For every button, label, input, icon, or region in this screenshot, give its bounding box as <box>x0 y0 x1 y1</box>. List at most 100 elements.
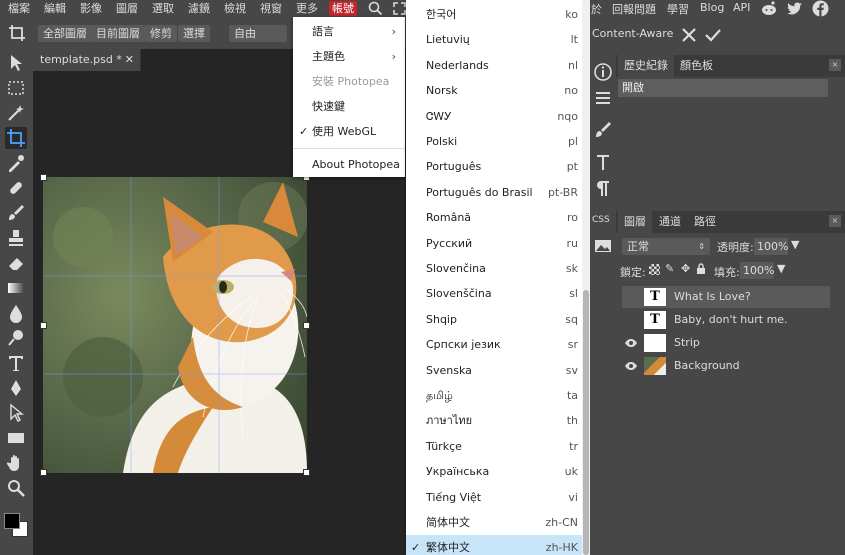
ratio-select[interactable]: 自由 <box>229 25 287 42</box>
tab-layers[interactable]: 圖層 <box>618 211 652 233</box>
all-layers-button[interactable]: 全部圖層 <box>38 25 92 42</box>
language-option[interactable]: Português pt <box>406 154 582 179</box>
menu-filter[interactable]: 濾鏡 <box>188 1 210 16</box>
menu-right-0[interactable]: 於 <box>591 1 602 17</box>
language-option[interactable]: 简体中文 zh-CN <box>406 510 582 535</box>
language-option[interactable]: Português do Brasil pt-BR <box>406 180 582 205</box>
image-icon[interactable] <box>592 235 614 257</box>
lock-move-icon[interactable]: ✥ <box>681 262 690 275</box>
language-option[interactable]: Lietuvių lt <box>406 27 582 52</box>
blog-link[interactable]: Blog <box>700 1 724 14</box>
language-menu-item[interactable]: 語言 › <box>293 19 405 44</box>
menu-window[interactable]: 視窗 <box>260 1 282 16</box>
stamp-tool-icon[interactable] <box>5 227 27 249</box>
menu-layer[interactable]: 圖層 <box>116 1 138 16</box>
trim-button[interactable]: 修剪 <box>145 25 177 42</box>
color-swatches[interactable] <box>2 511 30 539</box>
report-bug-link[interactable]: 回報問題 <box>612 1 656 17</box>
panel-close-icon[interactable]: × <box>829 215 841 227</box>
eraser-tool-icon[interactable] <box>5 252 27 274</box>
menu-more[interactable]: 更多 <box>296 1 318 16</box>
opacity-input[interactable]: 100% <box>754 238 788 255</box>
lock-transparency-icon[interactable] <box>649 264 660 275</box>
language-option[interactable]: Українська uk <box>406 459 582 484</box>
crop-handle[interactable] <box>303 322 310 329</box>
language-option[interactable]: Slovenčina sk <box>406 256 582 281</box>
theme-menu-item[interactable]: 主題色 › <box>293 44 405 69</box>
menu-view[interactable]: 檢視 <box>224 1 246 16</box>
language-option[interactable]: Nederlands nl <box>406 53 582 78</box>
hand-tool-icon[interactable] <box>5 452 27 474</box>
crop-handle[interactable] <box>303 469 310 476</box>
scrollbar-thumb[interactable] <box>583 290 589 555</box>
character-icon[interactable] <box>592 151 614 173</box>
cancel-crop-icon[interactable] <box>680 26 698 47</box>
fill-dropdown-icon[interactable]: ▼ <box>777 262 785 275</box>
visibility-toggle[interactable] <box>624 313 638 327</box>
language-option[interactable]: Polski pl <box>406 129 582 154</box>
dodge-tool-icon[interactable] <box>5 327 27 349</box>
blend-mode-select[interactable]: 正常 ⇕ <box>622 238 710 255</box>
language-option[interactable]: Türkçe tr <box>406 434 582 459</box>
tab-history[interactable]: 歷史紀錄 <box>618 55 674 77</box>
facebook-icon[interactable] <box>812 0 829 20</box>
language-option[interactable]: Slovenščina sl <box>406 281 582 306</box>
language-option[interactable]: ᏣᎳᎩ nqo <box>406 104 582 129</box>
language-option[interactable]: Română ro <box>406 205 582 230</box>
tab-paths[interactable]: 路徑 <box>688 211 722 233</box>
menu-select[interactable]: 選取 <box>152 1 174 16</box>
visibility-toggle[interactable] <box>624 290 638 304</box>
panel-close-icon[interactable]: × <box>829 59 841 71</box>
marquee-tool-icon[interactable] <box>5 77 27 99</box>
crop-handle[interactable] <box>40 469 47 476</box>
select-button[interactable]: 選擇 <box>178 25 210 42</box>
menu-account[interactable]: 帳號 <box>329 1 357 16</box>
about-photopea-menu-item[interactable]: About Photopea <box>293 152 405 177</box>
menu-file[interactable]: 檔案 <box>8 1 30 16</box>
layer-row[interactable]: T Baby, don't hurt me. <box>622 309 830 331</box>
magic-wand-tool-icon[interactable] <box>5 102 27 124</box>
paragraph-icon[interactable] <box>592 177 614 199</box>
menu-edit[interactable]: 編輯 <box>44 1 66 16</box>
tab-channels[interactable]: 通道 <box>653 211 687 233</box>
language-option[interactable]: Српски језик sr <box>406 332 582 357</box>
api-link[interactable]: API <box>733 1 750 14</box>
brush-tool-icon[interactable] <box>5 202 27 224</box>
tab-swatches[interactable]: 顏色板 <box>674 55 719 77</box>
use-webgl-menu-item[interactable]: ✓ 使用 WebGL <box>293 119 405 144</box>
learn-link[interactable]: 學習 <box>667 1 689 17</box>
language-option[interactable]: Svenska sv <box>406 358 582 383</box>
layer-row[interactable]: Strip <box>622 332 830 354</box>
language-option[interactable]: தமிழ் ta <box>406 383 582 408</box>
language-option[interactable]: ✓ 繁体中文 zh-HK <box>406 535 582 555</box>
healing-brush-tool-icon[interactable] <box>5 177 27 199</box>
move-tool-icon[interactable] <box>5 52 27 74</box>
brush-settings-icon[interactable] <box>592 119 614 141</box>
rectangle-tool-icon[interactable] <box>5 427 27 449</box>
layer-row[interactable]: T What Is Love? <box>622 286 830 308</box>
type-tool-icon[interactable] <box>5 352 27 374</box>
opacity-dropdown-icon[interactable]: ▼ <box>791 238 799 251</box>
pen-tool-icon[interactable] <box>5 377 27 399</box>
gradient-tool-icon[interactable] <box>5 277 27 299</box>
layer-row[interactable]: Background <box>622 355 830 377</box>
fill-input[interactable]: 100% <box>740 262 774 279</box>
eye-icon[interactable] <box>624 336 638 350</box>
language-option[interactable]: ภาษาไทย th <box>406 408 582 433</box>
menu-image[interactable]: 影像 <box>80 1 102 16</box>
language-option[interactable]: Tiếng Việt vi <box>406 485 582 510</box>
twitter-icon[interactable] <box>786 0 804 20</box>
language-option[interactable]: Русский ru <box>406 231 582 256</box>
adjustments-icon[interactable] <box>592 87 614 109</box>
crop-tool-icon[interactable] <box>5 127 27 149</box>
canvas-image[interactable] <box>43 177 307 473</box>
path-select-tool-icon[interactable] <box>5 402 27 424</box>
confirm-crop-icon[interactable] <box>704 26 722 47</box>
eyedropper-tool-icon[interactable] <box>5 152 27 174</box>
current-layer-button[interactable]: 目前圖層 <box>91 25 145 42</box>
reddit-icon[interactable] <box>760 0 778 20</box>
shortcuts-menu-item[interactable]: 快速鍵 <box>293 94 405 119</box>
language-option[interactable]: 한국어 ko <box>406 2 582 27</box>
close-tab-icon[interactable]: ✕ <box>125 49 134 71</box>
document-tab[interactable]: template.psd * ✕ <box>33 49 141 71</box>
